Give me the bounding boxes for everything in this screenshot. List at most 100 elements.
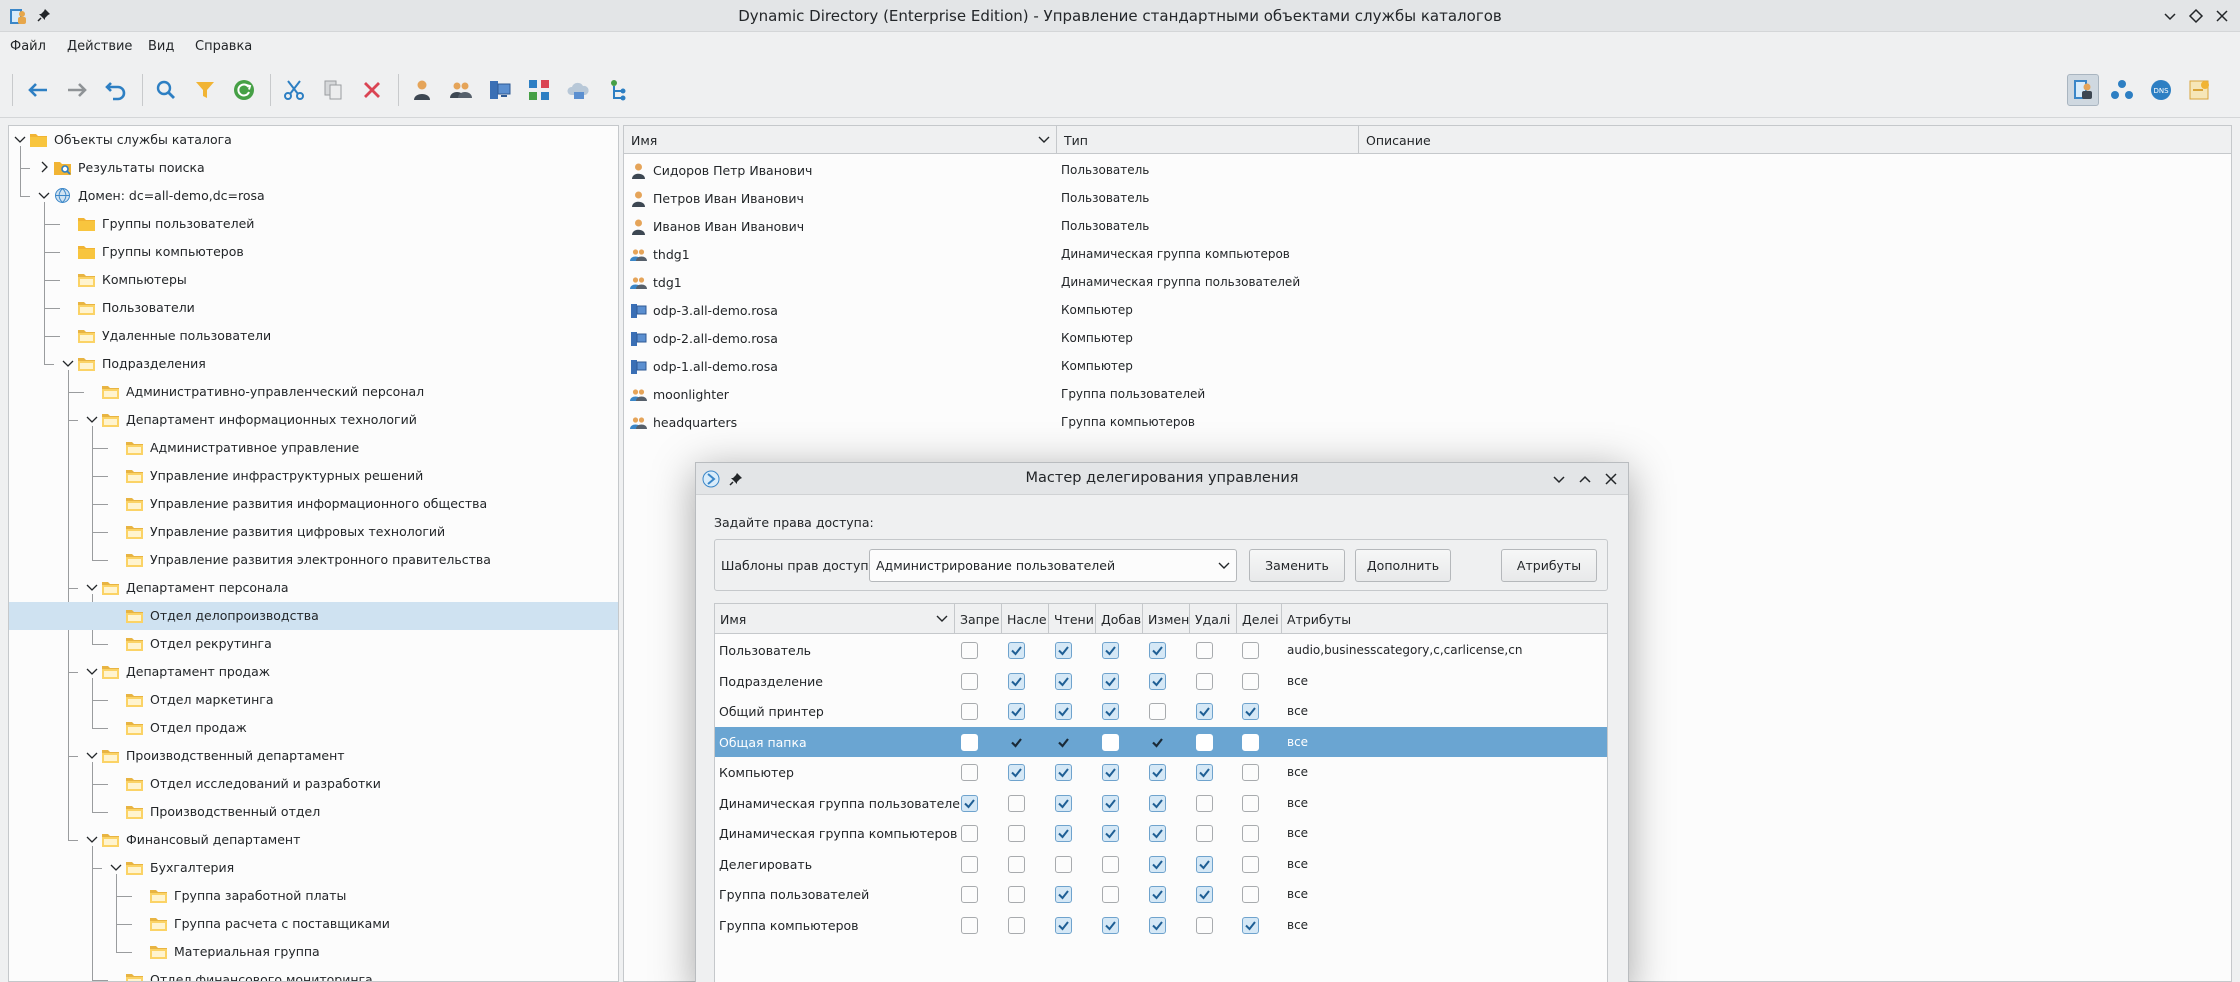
inherit-checkbox[interactable]	[1008, 855, 1025, 873]
inherit-checkbox[interactable]	[1008, 672, 1025, 690]
group-icon[interactable]	[445, 74, 477, 106]
add-checkbox[interactable]	[1102, 703, 1119, 720]
tree-item[interactable]: Группы компьютеров	[9, 238, 618, 266]
modify-checkbox[interactable]	[1149, 672, 1166, 690]
user-icon[interactable]	[406, 74, 438, 106]
permission-row[interactable]: Пользователь audio,businesscategory,c,car…	[715, 635, 1607, 665]
delegate-checkbox[interactable]	[1242, 855, 1259, 873]
delete-checkbox[interactable]	[1196, 642, 1213, 659]
cut-icon[interactable]	[278, 74, 310, 106]
delegate-checkbox[interactable]	[1242, 886, 1259, 903]
modify-checkbox[interactable]	[1149, 703, 1166, 720]
list-row[interactable]: odp-3.all-demo.rosa Компьютер	[624, 296, 2231, 324]
delete-icon[interactable]	[356, 74, 388, 106]
list-row[interactable]: tdg1 Динамическая группа пользователей	[624, 268, 2231, 296]
inherit-checkbox[interactable]	[1008, 734, 1025, 751]
menu-action[interactable]: Действие	[67, 39, 132, 54]
delete-checkbox[interactable]	[1196, 886, 1213, 903]
permission-row[interactable]: Динамическая группа пользователей все	[715, 788, 1607, 818]
delete-checkbox[interactable]	[1196, 672, 1213, 690]
tree-item[interactable]: Управление развития информационного обще…	[9, 490, 618, 518]
tree-item[interactable]: Отдел исследований и разработки	[9, 770, 618, 798]
add-checkbox[interactable]	[1102, 855, 1119, 873]
list-row[interactable]: Сидоров Петр Иванович Пользователь	[624, 156, 2231, 184]
deny-checkbox[interactable]	[961, 855, 978, 873]
dns-icon[interactable]: DNS	[2145, 74, 2177, 106]
delegate-checkbox[interactable]	[1242, 733, 1259, 751]
add-checkbox[interactable]	[1102, 733, 1119, 751]
perm-column-delegate[interactable]: Делеі	[1237, 604, 1282, 634]
tree-icon[interactable]	[601, 74, 633, 106]
minimize-icon[interactable]	[2160, 6, 2180, 26]
deny-checkbox[interactable]	[961, 733, 978, 751]
list-row[interactable]: Петров Иван Иванович Пользователь	[624, 184, 2231, 212]
delegate-checkbox[interactable]	[1242, 764, 1259, 781]
expand-chevron-down-icon[interactable]	[86, 833, 98, 845]
perm-column-attributes[interactable]: Атрибуты	[1282, 604, 1607, 634]
perm-column-deny[interactable]: Запре	[955, 604, 1002, 634]
perm-column-delete[interactable]: Удалі	[1190, 604, 1237, 634]
add-checkbox[interactable]	[1102, 642, 1119, 659]
list-row[interactable]: odp-2.all-demo.rosa Компьютер	[624, 324, 2231, 352]
add-checkbox[interactable]	[1102, 764, 1119, 781]
dialog-maximize-icon[interactable]	[1576, 470, 1594, 488]
tree-item[interactable]: Отдел рекрутинга	[9, 630, 618, 658]
list-row[interactable]: moonlighter Группа пользователей	[624, 380, 2231, 408]
tree-item[interactable]: Административное управление	[9, 434, 618, 462]
expand-chevron-down-icon[interactable]	[86, 413, 98, 425]
modify-checkbox[interactable]	[1149, 734, 1166, 751]
menu-file[interactable]: Файл	[10, 39, 46, 54]
perm-column-inherit[interactable]: Насле	[1002, 604, 1049, 634]
perm-column-name[interactable]: Имя	[715, 604, 955, 634]
back-arrow-icon[interactable]	[22, 74, 54, 106]
delete-checkbox[interactable]	[1196, 764, 1213, 781]
tree-item[interactable]: Департамент продаж	[9, 658, 618, 686]
tree-item[interactable]: Материальная группа	[9, 938, 618, 966]
read-checkbox[interactable]	[1055, 825, 1072, 842]
delete-checkbox[interactable]	[1196, 825, 1213, 842]
read-checkbox[interactable]	[1055, 886, 1072, 903]
inherit-checkbox[interactable]	[1008, 764, 1025, 781]
inherit-checkbox[interactable]	[1008, 825, 1025, 842]
permission-row[interactable]: Динамическая группа компьютеров все	[715, 818, 1607, 848]
permission-row[interactable]: Подразделение все	[715, 666, 1607, 696]
modify-checkbox[interactable]	[1149, 794, 1166, 812]
tree-item[interactable]: Финансовый департамент	[9, 826, 618, 854]
read-checkbox[interactable]	[1055, 794, 1072, 812]
tree-item[interactable]: Отдел продаж	[9, 714, 618, 742]
tree-item[interactable]: Департамент персонала	[9, 574, 618, 602]
tree-item[interactable]: Административно-управленческий персонал	[9, 378, 618, 406]
add-checkbox[interactable]	[1102, 794, 1119, 812]
attributes-button[interactable]: Атрибуты	[1501, 549, 1597, 582]
delete-checkbox[interactable]	[1196, 733, 1213, 751]
forward-arrow-icon[interactable]	[61, 74, 93, 106]
read-checkbox[interactable]	[1055, 672, 1072, 690]
inherit-checkbox[interactable]	[1008, 703, 1025, 720]
filter-icon[interactable]	[189, 74, 221, 106]
copy-icon[interactable]	[317, 74, 349, 106]
read-checkbox[interactable]	[1055, 764, 1072, 781]
tree-item[interactable]: Удаленные пользователи	[9, 322, 618, 350]
delegate-checkbox[interactable]	[1242, 672, 1259, 690]
tree-item[interactable]: Компьютеры	[9, 266, 618, 294]
delete-checkbox[interactable]	[1196, 703, 1213, 720]
replace-button[interactable]: Заменить	[1249, 549, 1345, 582]
delete-checkbox[interactable]	[1196, 794, 1213, 812]
expand-chevron-down-icon[interactable]	[38, 189, 50, 201]
read-checkbox[interactable]	[1055, 916, 1072, 934]
tree-item[interactable]: Отдел делопроизводства	[9, 602, 618, 630]
tree-item[interactable]: Объекты службы каталога	[9, 126, 618, 154]
deny-checkbox[interactable]	[961, 794, 978, 812]
read-checkbox[interactable]	[1055, 703, 1072, 720]
list-row[interactable]: headquarters Группа компьютеров	[624, 408, 2231, 436]
template-combobox[interactable]: Администрирование пользователей	[869, 549, 1237, 582]
read-checkbox[interactable]	[1055, 855, 1072, 873]
modify-checkbox[interactable]	[1149, 916, 1166, 934]
network-icon[interactable]	[2106, 74, 2138, 106]
ou-icon[interactable]	[523, 74, 555, 106]
modify-checkbox[interactable]	[1149, 642, 1166, 659]
directory-view-icon[interactable]	[2067, 74, 2099, 106]
delete-checkbox[interactable]	[1196, 855, 1213, 873]
deny-checkbox[interactable]	[961, 764, 978, 781]
tree-item[interactable]: Управление инфраструктурных решений	[9, 462, 618, 490]
